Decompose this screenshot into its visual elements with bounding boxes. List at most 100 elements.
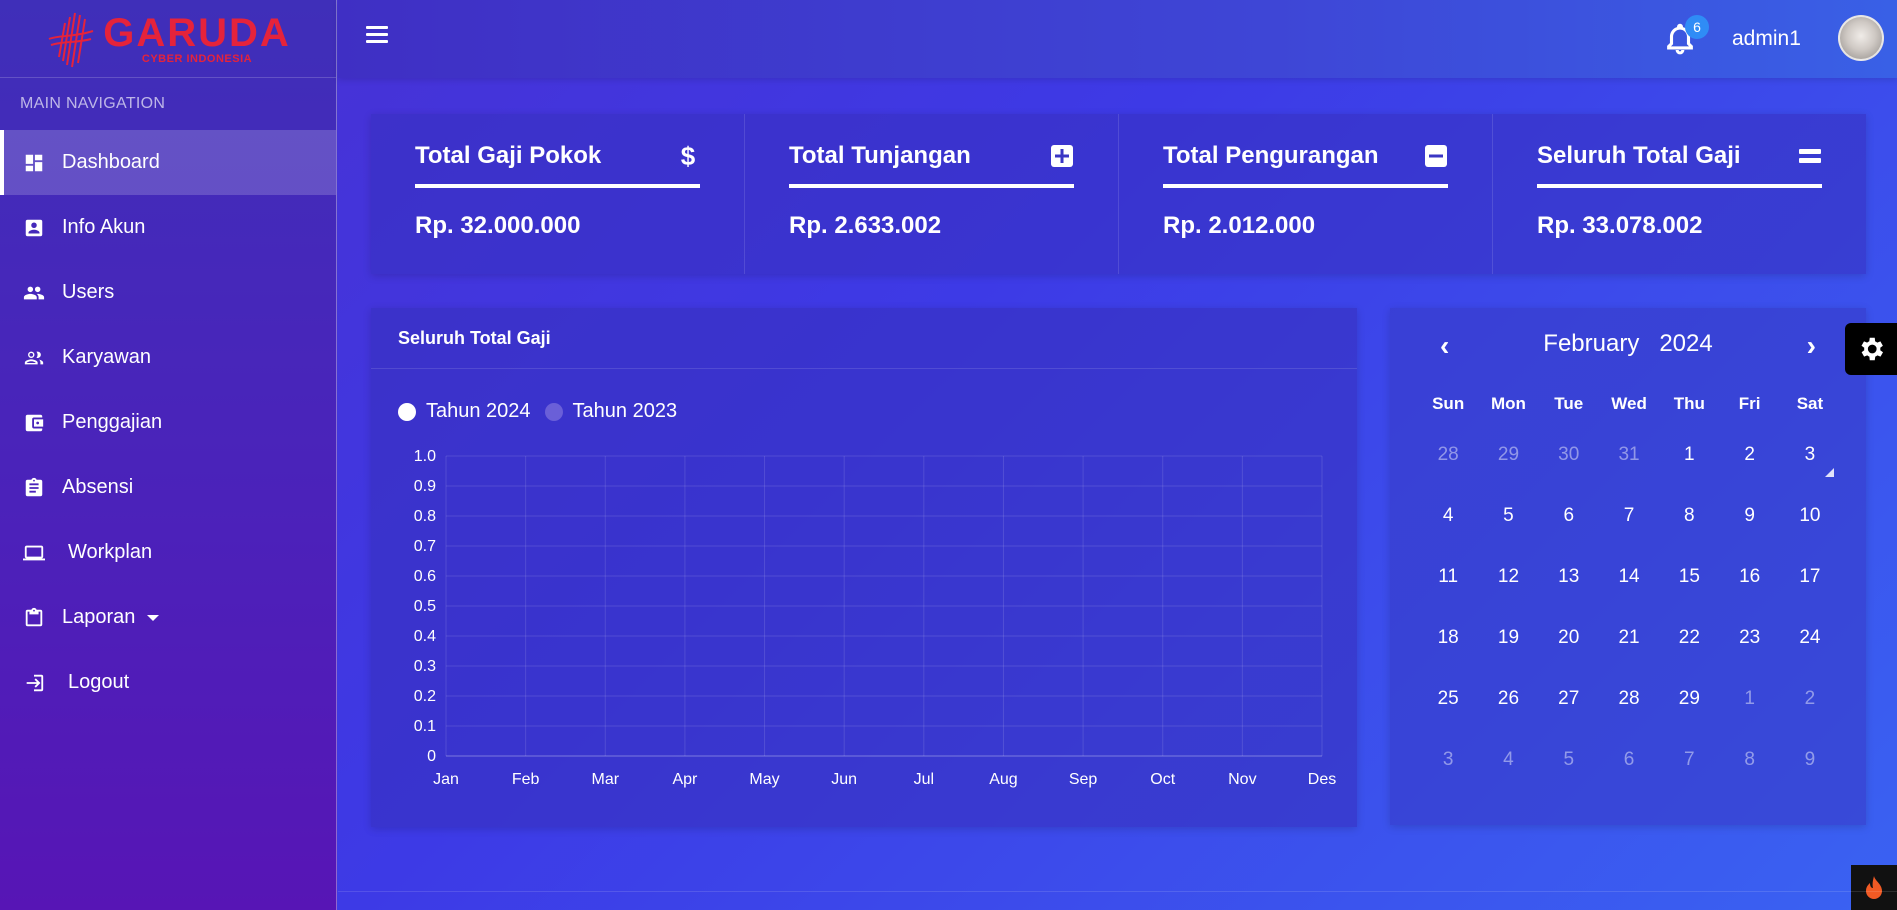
sidebar: GARUDA CYBER INDONESIA MAIN NAVIGATION D… bbox=[0, 0, 337, 910]
calendar-day[interactable]: 3 bbox=[1780, 424, 1840, 485]
calendar-day[interactable]: 24 bbox=[1780, 607, 1840, 668]
laptop-icon bbox=[22, 541, 46, 565]
flame-icon[interactable] bbox=[1851, 865, 1897, 910]
calendar-day[interactable]: 25 bbox=[1418, 668, 1478, 729]
sidebar-item-info-akun[interactable]: Info Akun bbox=[0, 195, 336, 260]
calendar-day[interactable]: 2 bbox=[1719, 424, 1779, 485]
calendar-day[interactable]: 21 bbox=[1599, 607, 1659, 668]
calendar-day[interactable]: 29 bbox=[1478, 424, 1538, 485]
calendar-day[interactable]: 13 bbox=[1539, 546, 1599, 607]
calendar-day[interactable]: 19 bbox=[1478, 607, 1538, 668]
calendar-day[interactable]: 28 bbox=[1418, 424, 1478, 485]
calendar-day[interactable]: 15 bbox=[1659, 546, 1719, 607]
calendar-day[interactable]: 11 bbox=[1418, 546, 1478, 607]
stat-seluruh-total-gaji: Seluruh Total Gaji Rp. 33.078.002 bbox=[1493, 114, 1866, 274]
calendar-day[interactable]: 14 bbox=[1599, 546, 1659, 607]
avatar[interactable] bbox=[1838, 15, 1884, 61]
plus-square-icon bbox=[1050, 144, 1074, 168]
calendar-day[interactable]: 16 bbox=[1719, 546, 1779, 607]
chart-x-tick: May bbox=[749, 771, 779, 788]
calendar-day[interactable]: 23 bbox=[1719, 607, 1779, 668]
sidebar-item-workplan[interactable]: Workplan bbox=[0, 520, 336, 585]
settings-gear-icon[interactable] bbox=[1845, 323, 1897, 375]
calendar-day[interactable]: 26 bbox=[1478, 668, 1538, 729]
report-icon bbox=[22, 606, 46, 630]
sidebar-item-penggajian[interactable]: Penggajian bbox=[0, 390, 336, 455]
sidebar-item-label: Users bbox=[62, 281, 115, 303]
sidebar-item-laporan[interactable]: Laporan bbox=[0, 585, 336, 650]
calendar-day[interactable]: 7 bbox=[1659, 729, 1719, 790]
calendar-day[interactable]: 8 bbox=[1719, 729, 1779, 790]
calendar-day[interactable]: 10 bbox=[1780, 485, 1840, 546]
menu-toggle-icon[interactable] bbox=[366, 26, 388, 46]
chart-x-tick: Jul bbox=[914, 771, 934, 788]
chart-y-tick: 0.6 bbox=[414, 568, 436, 585]
calendar-day[interactable]: 1 bbox=[1719, 668, 1779, 729]
calendar-weekday: Sun bbox=[1432, 394, 1465, 413]
chart-y-tick: 0.9 bbox=[414, 478, 436, 495]
line-chart: 1.0 0.9 0.8 0.7 0.6 0.5 0.4 0.3 0.2 0.1 0 Jan Feb Mar… bbox=[414, 448, 1336, 788]
calendar-day[interactable]: 6 bbox=[1539, 485, 1599, 546]
minus-square-icon bbox=[1424, 144, 1448, 168]
sidebar-item-label: Info Akun bbox=[62, 216, 146, 238]
employees-icon bbox=[22, 346, 46, 370]
sidebar-item-label: Workplan bbox=[68, 541, 153, 563]
chevron-down-icon bbox=[147, 614, 160, 621]
users-icon bbox=[22, 281, 46, 305]
sidebar-item-logout[interactable]: Logout bbox=[0, 650, 336, 715]
calendar-day[interactable]: 17 bbox=[1780, 546, 1840, 607]
calendar-day[interactable]: 27 bbox=[1539, 668, 1599, 729]
calendar-day[interactable]: 1 bbox=[1659, 424, 1719, 485]
calendar-day[interactable]: 22 bbox=[1659, 607, 1719, 668]
calendar-day[interactable]: 12 bbox=[1478, 546, 1538, 607]
footer-divider bbox=[338, 891, 1897, 892]
username[interactable]: admin1 bbox=[1732, 27, 1801, 51]
stat-value: Rp. 2.633.002 bbox=[789, 212, 942, 239]
chart-y-tick: 0.8 bbox=[414, 508, 436, 525]
calendar-day[interactable]: 5 bbox=[1539, 729, 1599, 790]
chevron-right-icon[interactable]: › bbox=[1807, 330, 1816, 362]
calendar-day[interactable]: 5 bbox=[1478, 485, 1538, 546]
calendar-day[interactable]: 2 bbox=[1780, 668, 1840, 729]
chart-card: Seluruh Total Gaji Tahun 2024 Tahun 2023… bbox=[371, 308, 1357, 827]
calendar-day[interactable]: 29 bbox=[1659, 668, 1719, 729]
calendar-day[interactable]: 30 bbox=[1539, 424, 1599, 485]
calendar-day[interactable]: 4 bbox=[1418, 485, 1478, 546]
calendar-day[interactable]: 31 bbox=[1599, 424, 1659, 485]
sidebar-item-label: Karyawan bbox=[62, 346, 151, 368]
stat-value: Rp. 2.012.000 bbox=[1163, 212, 1316, 239]
calendar-grid: Sun Mon Tue Wed Thu Fri Sat 28 29 30 31 1 2 3 4 5 6 7 8 9 10… bbox=[1418, 394, 1840, 790]
brand-logo[interactable]: GARUDA CYBER INDONESIA bbox=[0, 0, 336, 78]
stat-value: Rp. 33.078.002 bbox=[1537, 212, 1703, 239]
calendar-day[interactable]: 4 bbox=[1478, 729, 1538, 790]
stat-total-pengurangan: Total Pengurangan Rp. 2.012.000 bbox=[1119, 114, 1493, 274]
chart-x-tick: Jun bbox=[831, 771, 857, 788]
calendar-year[interactable]: 2024 bbox=[1659, 330, 1712, 357]
calendar-weekday: Fri bbox=[1738, 394, 1761, 413]
calendar: ‹ February 2024 › Sun Mon Tue Wed Thu Fri Sat 28… bbox=[1390, 308, 1866, 825]
calendar-day[interactable]: 20 bbox=[1539, 607, 1599, 668]
chart-y-tick: 0.3 bbox=[414, 658, 436, 675]
chart-x-tick: Feb bbox=[512, 771, 540, 788]
calendar-day[interactable]: 6 bbox=[1599, 729, 1659, 790]
calendar-day[interactable]: 18 bbox=[1418, 607, 1478, 668]
stat-total-tunjangan: Total Tunjangan Rp. 2.633.002 bbox=[745, 114, 1119, 274]
sidebar-item-users[interactable]: Users bbox=[0, 260, 336, 325]
chart-y-tick: 0.4 bbox=[414, 628, 436, 645]
calendar-day[interactable]: 8 bbox=[1659, 485, 1719, 546]
calendar-day[interactable]: 3 bbox=[1418, 729, 1478, 790]
chart-x-tick: Nov bbox=[1228, 771, 1256, 788]
sidebar-item-label: Dashboard bbox=[62, 151, 160, 173]
calendar-day[interactable]: 9 bbox=[1780, 729, 1840, 790]
chart-x-tick: Mar bbox=[591, 771, 619, 788]
sidebar-item-karyawan[interactable]: Karyawan bbox=[0, 325, 336, 390]
calendar-day[interactable]: 7 bbox=[1599, 485, 1659, 546]
calendar-day[interactable]: 28 bbox=[1599, 668, 1659, 729]
calendar-month[interactable]: February bbox=[1543, 330, 1639, 357]
calendar-day[interactable]: 9 bbox=[1719, 485, 1779, 546]
sidebar-item-absensi[interactable]: Absensi bbox=[0, 455, 336, 520]
chart-y-tick: 0 bbox=[427, 748, 436, 765]
calendar-weekday: Sat bbox=[1796, 394, 1824, 413]
dollar-icon: $ bbox=[680, 140, 696, 171]
sidebar-item-dashboard[interactable]: Dashboard bbox=[0, 130, 336, 195]
